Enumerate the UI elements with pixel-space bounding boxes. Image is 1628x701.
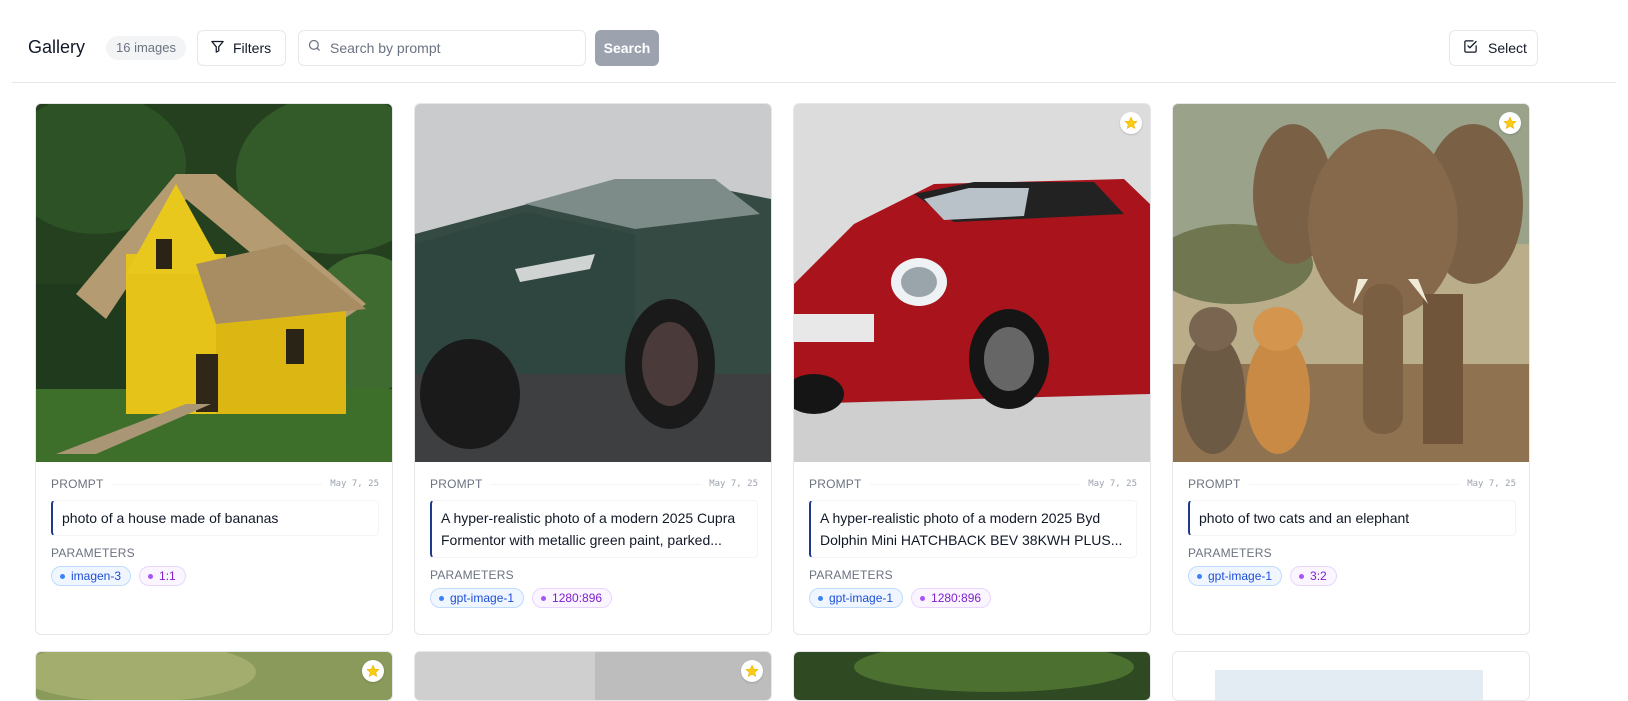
select-label: Select — [1488, 40, 1527, 56]
search-button[interactable]: Search — [595, 30, 659, 66]
model-badge: gpt-image-1 — [430, 588, 525, 608]
divider — [869, 483, 1081, 485]
card-date: May 7, 25 — [709, 479, 758, 489]
star-icon[interactable] — [362, 660, 384, 682]
image-thumbnail[interactable] — [1173, 652, 1529, 700]
prompt-text: A hyper-realistic photo of a modern 2025… — [430, 500, 758, 558]
prompt-text: A hyper-realistic photo of a modern 2025… — [809, 500, 1137, 558]
prompt-label: PROMPT — [51, 477, 104, 491]
gallery-header: Gallery 16 images Filters Search Select — [12, 0, 1616, 83]
divider — [490, 483, 702, 485]
star-icon[interactable] — [741, 660, 763, 682]
parameters-label: PARAMETERS — [430, 568, 514, 582]
prompt-text: photo of a house made of bananas — [51, 500, 379, 536]
image-thumbnail[interactable] — [415, 104, 771, 462]
gallery-card[interactable]: PROMPT May 7, 25 photo of a house made o… — [35, 103, 393, 635]
gallery-card[interactable] — [414, 651, 772, 701]
card-meta: PROMPT May 7, 25 photo of a house made o… — [51, 476, 379, 586]
divider — [111, 483, 323, 485]
card-date: May 7, 25 — [1088, 479, 1137, 489]
aspect-ratio-badge: 1280:896 — [911, 588, 992, 608]
image-count-badge: 16 images — [106, 36, 186, 60]
model-badge: gpt-image-1 — [1188, 566, 1283, 586]
search-input[interactable] — [330, 40, 570, 56]
aspect-ratio-badge: 3:2 — [1290, 566, 1337, 586]
prompt-text: photo of two cats and an elephant — [1188, 500, 1516, 536]
parameters-label: PARAMETERS — [51, 546, 135, 560]
star-icon[interactable] — [1120, 112, 1142, 134]
model-badge: imagen-3 — [51, 566, 132, 586]
card-meta: PROMPT May 7, 25 A hyper-realistic photo… — [809, 476, 1137, 608]
aspect-ratio-badge: 1:1 — [139, 566, 186, 586]
page-title: Gallery — [28, 37, 86, 57]
card-date: May 7, 25 — [330, 479, 379, 489]
prompt-label: PROMPT — [809, 477, 862, 491]
prompt-label: PROMPT — [430, 477, 483, 491]
card-date: May 7, 25 — [1467, 479, 1516, 489]
image-thumbnail[interactable] — [1173, 104, 1529, 462]
image-thumbnail[interactable] — [36, 652, 392, 700]
prompt-label: PROMPT — [1188, 477, 1241, 491]
filter-icon — [210, 39, 225, 57]
aspect-ratio-badge: 1280:896 — [532, 588, 613, 608]
gallery-card[interactable] — [793, 651, 1151, 701]
checkbox-icon — [1463, 39, 1478, 57]
divider — [1248, 483, 1460, 485]
filters-button[interactable]: Filters — [197, 30, 286, 66]
parameters-label: PARAMETERS — [1188, 546, 1272, 560]
gallery-card[interactable] — [1172, 651, 1530, 701]
gallery-card[interactable]: PROMPT May 7, 25 photo of two cats and a… — [1172, 103, 1530, 635]
search-icon — [307, 38, 322, 58]
card-meta: PROMPT May 7, 25 A hyper-realistic photo… — [430, 476, 758, 608]
card-meta: PROMPT May 7, 25 photo of two cats and a… — [1188, 476, 1516, 586]
parameters-label: PARAMETERS — [809, 568, 893, 582]
filters-label: Filters — [233, 40, 272, 56]
image-thumbnail[interactable] — [794, 104, 1150, 462]
image-thumbnail[interactable] — [415, 652, 771, 700]
gallery-card[interactable] — [35, 651, 393, 701]
gallery-card[interactable]: PROMPT May 7, 25 A hyper-realistic photo… — [793, 103, 1151, 635]
star-icon[interactable] — [1499, 112, 1521, 134]
search-field[interactable] — [298, 30, 586, 66]
select-button[interactable]: Select — [1449, 30, 1538, 66]
gallery-card[interactable]: PROMPT May 7, 25 A hyper-realistic photo… — [414, 103, 772, 635]
model-badge: gpt-image-1 — [809, 588, 904, 608]
image-thumbnail[interactable] — [36, 104, 392, 462]
image-thumbnail[interactable] — [794, 652, 1150, 700]
